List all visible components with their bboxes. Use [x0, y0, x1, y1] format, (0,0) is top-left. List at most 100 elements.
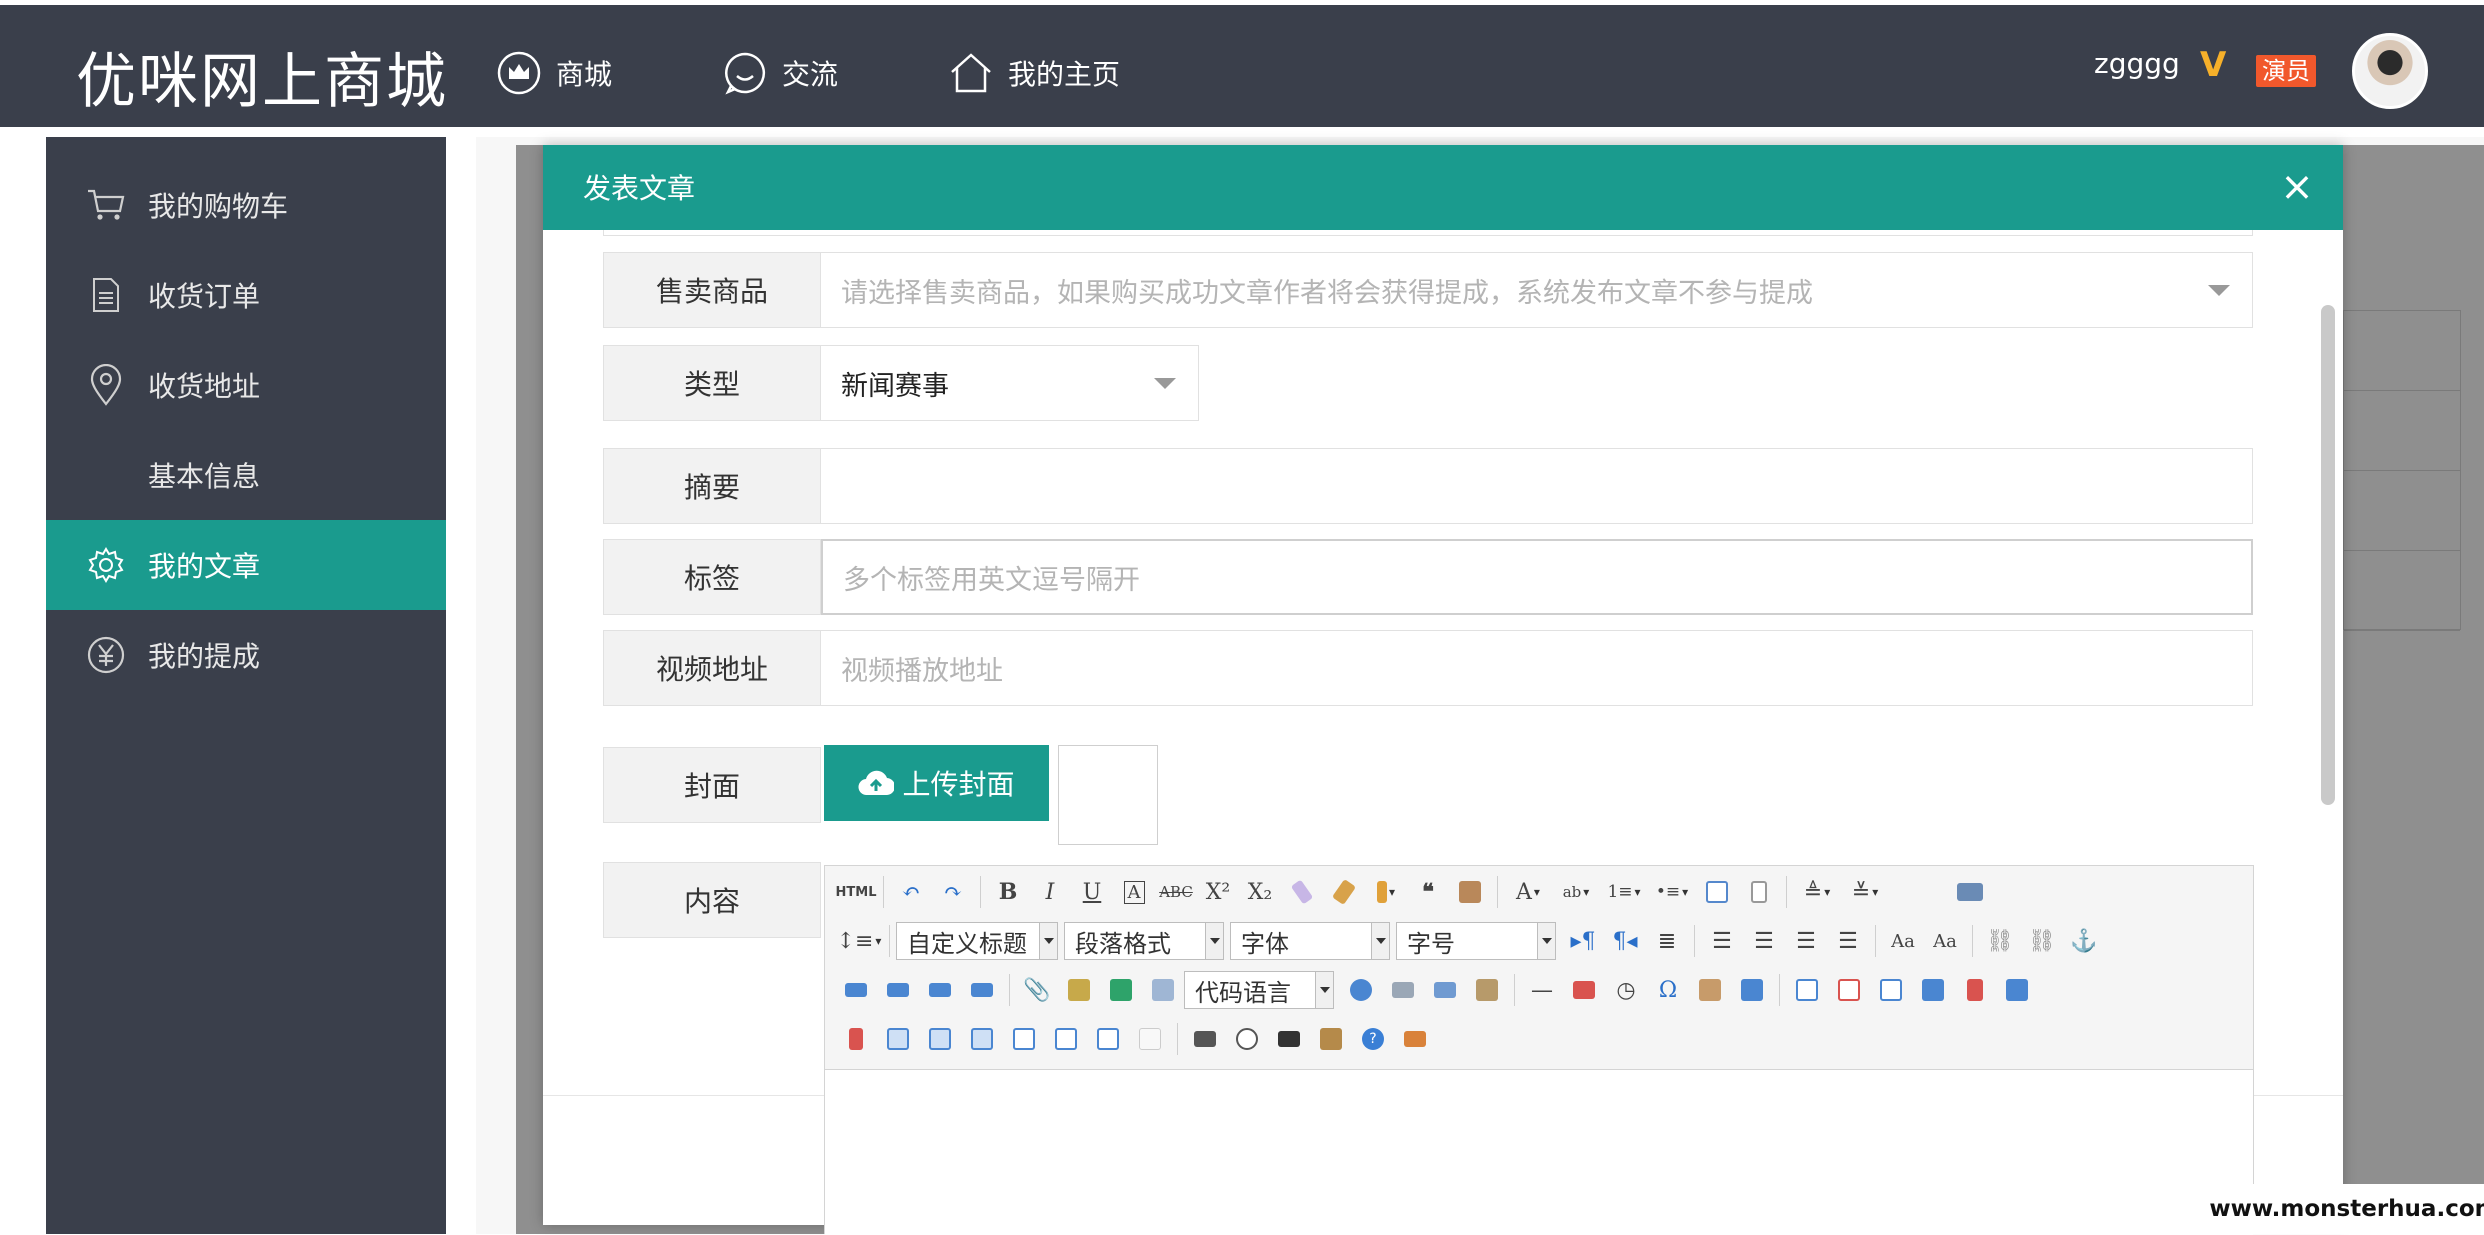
align-justify-icon[interactable]: ☰ [1827, 921, 1869, 961]
sidebar-item-cart[interactable]: 我的购物车 [46, 160, 446, 250]
template-icon[interactable] [1424, 970, 1466, 1010]
strikethrough-icon[interactable]: ABC [1155, 872, 1197, 912]
ltr-icon[interactable]: ▸¶ [1562, 921, 1604, 961]
font-size-select[interactable]: 字号 [1396, 922, 1556, 960]
date-icon[interactable] [1563, 970, 1605, 1010]
custom-title-select[interactable]: 自定义标题 [896, 922, 1058, 960]
insert-row-icon[interactable] [1912, 970, 1954, 1010]
word-image-icon[interactable] [1689, 970, 1731, 1010]
help-icon[interactable]: ? [1352, 1019, 1394, 1059]
goods-select[interactable]: 请选择售卖商品，如果购买成功文章作者将会获得提成，系统发布文章不参与提成 [821, 252, 2253, 328]
paste-plain-icon[interactable] [1449, 872, 1491, 912]
align-center-icon[interactable]: ☰ [1743, 921, 1785, 961]
format-brush-icon[interactable] [1323, 872, 1365, 912]
select-all-icon[interactable] [1696, 872, 1738, 912]
row-spacing-top-icon[interactable]: ≜ ▾ [1793, 872, 1841, 912]
sidebar-item-orders[interactable]: 收货订单 [46, 250, 446, 340]
nav-home[interactable]: 我的主页 [948, 43, 1120, 103]
simple-upload-icon[interactable] [1058, 970, 1100, 1010]
table-caption-icon[interactable] [1870, 970, 1912, 1010]
sidebar-item-address[interactable]: 收货地址 [46, 340, 446, 430]
tags-input[interactable]: 多个标签用英文逗号隔开 [821, 539, 2253, 615]
bold-icon[interactable]: B [987, 872, 1029, 912]
drafts-icon[interactable] [1310, 1019, 1352, 1059]
preview-icon[interactable] [1949, 872, 1991, 912]
video-url-input[interactable]: 视频播放地址 [821, 630, 2253, 706]
attachment-icon[interactable]: 📎 [1016, 970, 1058, 1010]
uppercase-icon[interactable]: Aa [1882, 921, 1924, 961]
summary-input[interactable] [821, 448, 2253, 524]
rtl-icon[interactable]: ¶◂ [1604, 921, 1646, 961]
preview-doc-icon[interactable] [1226, 1019, 1268, 1059]
clear-doc-icon[interactable] [1738, 872, 1780, 912]
nav-mall[interactable]: 商城 [496, 43, 612, 103]
ordered-list-icon[interactable]: 1≡ ▾ [1600, 872, 1648, 912]
row-spacing-bottom-icon[interactable]: ≚ ▾ [1841, 872, 1889, 912]
unlink-icon[interactable]: ⛓ [2021, 921, 2063, 961]
font-color-icon[interactable]: A ▾ [1504, 872, 1552, 912]
indent-icon[interactable]: ≣ [1646, 921, 1688, 961]
image-left-icon[interactable] [877, 970, 919, 1010]
image-center-icon[interactable] [961, 970, 1003, 1010]
align-right-icon[interactable]: ☰ [1785, 921, 1827, 961]
delete-row-icon[interactable] [1954, 970, 1996, 1010]
font-family-select[interactable]: 字体 [1230, 922, 1390, 960]
merge-cells-icon[interactable] [877, 1019, 919, 1059]
special-char-icon[interactable]: Ω [1647, 970, 1689, 1010]
paragraph-format-select[interactable]: 段落格式 [1064, 922, 1224, 960]
split-cells-icon[interactable] [1003, 1019, 1045, 1059]
sidebar-item-profile[interactable]: 基本信息 [46, 430, 446, 520]
superscript-icon[interactable]: X² [1197, 872, 1239, 912]
horizontal-rule-icon[interactable]: — [1521, 970, 1563, 1010]
code-language-select[interactable]: 代码语言 [1184, 971, 1334, 1009]
emotion-icon[interactable] [1142, 970, 1184, 1010]
avatar[interactable] [2352, 33, 2428, 109]
unordered-list-icon[interactable]: •≡ ▾ [1648, 872, 1696, 912]
print-icon[interactable] [1184, 1019, 1226, 1059]
image-none-icon[interactable] [835, 970, 877, 1010]
font-border-icon[interactable]: A [1113, 872, 1155, 912]
highlight-icon[interactable]: ab ▾ [1552, 872, 1600, 912]
background-icon[interactable] [1466, 970, 1508, 1010]
redo-icon[interactable]: ↷ [932, 872, 974, 912]
italic-icon[interactable]: I [1029, 872, 1071, 912]
merge-right-icon[interactable] [919, 1019, 961, 1059]
auto-format-icon[interactable]: ▾ [1365, 872, 1407, 912]
close-icon[interactable]: × [2277, 167, 2317, 207]
align-left-icon[interactable]: ☰ [1701, 921, 1743, 961]
map-icon[interactable] [1340, 970, 1382, 1010]
line-height-icon[interactable]: ↕≡ ▾ [835, 921, 883, 961]
type-select[interactable]: 新闻赛事 [821, 345, 1199, 421]
dialog-scrollbar[interactable] [2321, 305, 2335, 805]
sidebar-item-articles[interactable]: 我的文章 [46, 520, 446, 610]
delete-table-icon[interactable] [1828, 970, 1870, 1010]
delete-col-icon[interactable] [835, 1019, 877, 1059]
site-logo[interactable]: 优咪网上商城 [76, 33, 448, 120]
chart-icon[interactable] [1129, 1019, 1171, 1059]
underline-icon[interactable]: U [1071, 872, 1113, 912]
merge-down-icon[interactable] [961, 1019, 1003, 1059]
anchor-icon[interactable]: ⚓ [2063, 921, 2105, 961]
image-right-icon[interactable] [919, 970, 961, 1010]
upload-cover-button[interactable]: 上传封面 [824, 745, 1049, 821]
nav-chat[interactable]: 交流 [722, 43, 838, 103]
time-icon[interactable]: ◷ [1605, 970, 1647, 1010]
insert-col-icon[interactable] [1996, 970, 2038, 1010]
blockquote-icon[interactable]: ❝ [1407, 872, 1449, 912]
undo-icon[interactable]: ↶ [890, 872, 932, 912]
editor-content-area[interactable] [825, 1071, 2253, 1235]
username[interactable]: zgggg [2094, 47, 2180, 80]
lowercase-icon[interactable]: Aa [1924, 921, 1966, 961]
music-icon[interactable] [1394, 1019, 1436, 1059]
subscript-icon[interactable]: X₂ [1239, 872, 1281, 912]
html-source-button[interactable]: HTML [835, 872, 877, 912]
page-break-icon[interactable] [1382, 970, 1424, 1010]
sidebar-item-commission[interactable]: 我的提成 [46, 610, 446, 700]
split-cols-icon[interactable] [1087, 1019, 1129, 1059]
scrawl-icon[interactable] [1731, 970, 1773, 1010]
insert-image-icon[interactable] [1100, 970, 1142, 1010]
insert-table-icon[interactable] [1786, 970, 1828, 1010]
eraser-icon[interactable] [1281, 872, 1323, 912]
split-rows-icon[interactable] [1045, 1019, 1087, 1059]
link-icon[interactable]: ⛓ [1979, 921, 2021, 961]
